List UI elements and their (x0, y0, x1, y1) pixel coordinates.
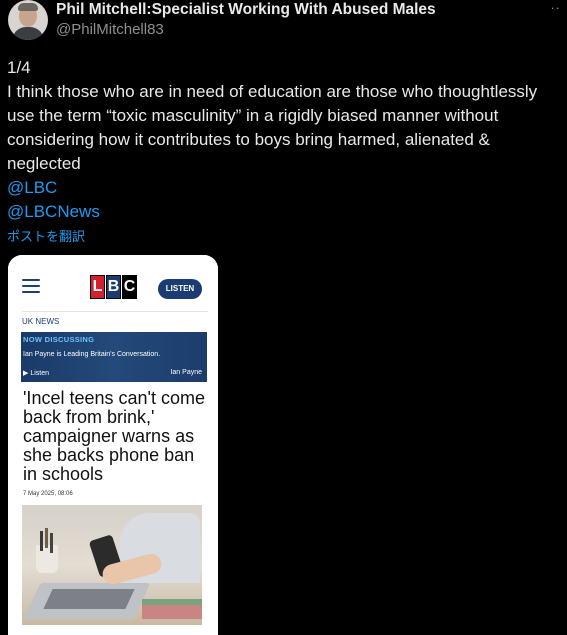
laptop-keyboard (43, 589, 135, 609)
now-discussing-label: NOW DISCUSSING (23, 335, 95, 344)
pencils (40, 531, 43, 551)
listen-button: LISTEN (158, 279, 202, 299)
article-date: 7 May 2025, 08:06 (23, 491, 73, 497)
section-label: UK NEWS (22, 311, 208, 332)
tweet-body: 1/4 I think those who are in need of edu… (7, 56, 552, 246)
tweet-header: Phil Mitchell:Specialist Working With Ab… (0, 0, 567, 50)
embedded-image[interactable]: L B C LISTEN UK NEWS NOW DISCUSSING Ian … (8, 255, 218, 635)
lbc-logo: L B C (90, 275, 138, 299)
now-discussing-panel: NOW DISCUSSING Ian Payne is Leading Brit… (21, 332, 207, 382)
menu-icon (22, 279, 40, 297)
avatar-hair (18, 3, 38, 11)
logo-letter-c: C (122, 275, 137, 299)
thread-index: 1/4 (7, 58, 31, 77)
article-headline: 'Incel teens can't come back from brink,… (23, 388, 205, 484)
author-name[interactable]: Phil Mitchell:Specialist Working With Ab… (56, 1, 436, 19)
tweet-text: I think those who are in need of educati… (7, 82, 538, 173)
books (142, 605, 202, 619)
logo-letter-b: B (106, 275, 121, 299)
more-icon[interactable]: ·· (550, 0, 561, 15)
article-photo (22, 505, 202, 625)
translate-link[interactable]: ポストを翻訳 (7, 228, 552, 246)
host-name: Ian Payne (170, 369, 202, 376)
listen-link: ▶ Listen (23, 370, 50, 377)
avatar-shirt (12, 27, 44, 40)
author-handle[interactable]: @PhilMitchell83 (56, 21, 164, 38)
logo-letter-l: L (90, 275, 105, 299)
mention-lbcnews[interactable]: @LBCNews (7, 200, 552, 224)
avatar[interactable] (8, 0, 48, 40)
mention-lbc[interactable]: @LBC (7, 176, 552, 200)
lbc-header: L B C LISTEN (8, 255, 218, 310)
now-discussing-text: Ian Payne is Leading Britain's Conversat… (23, 351, 161, 358)
